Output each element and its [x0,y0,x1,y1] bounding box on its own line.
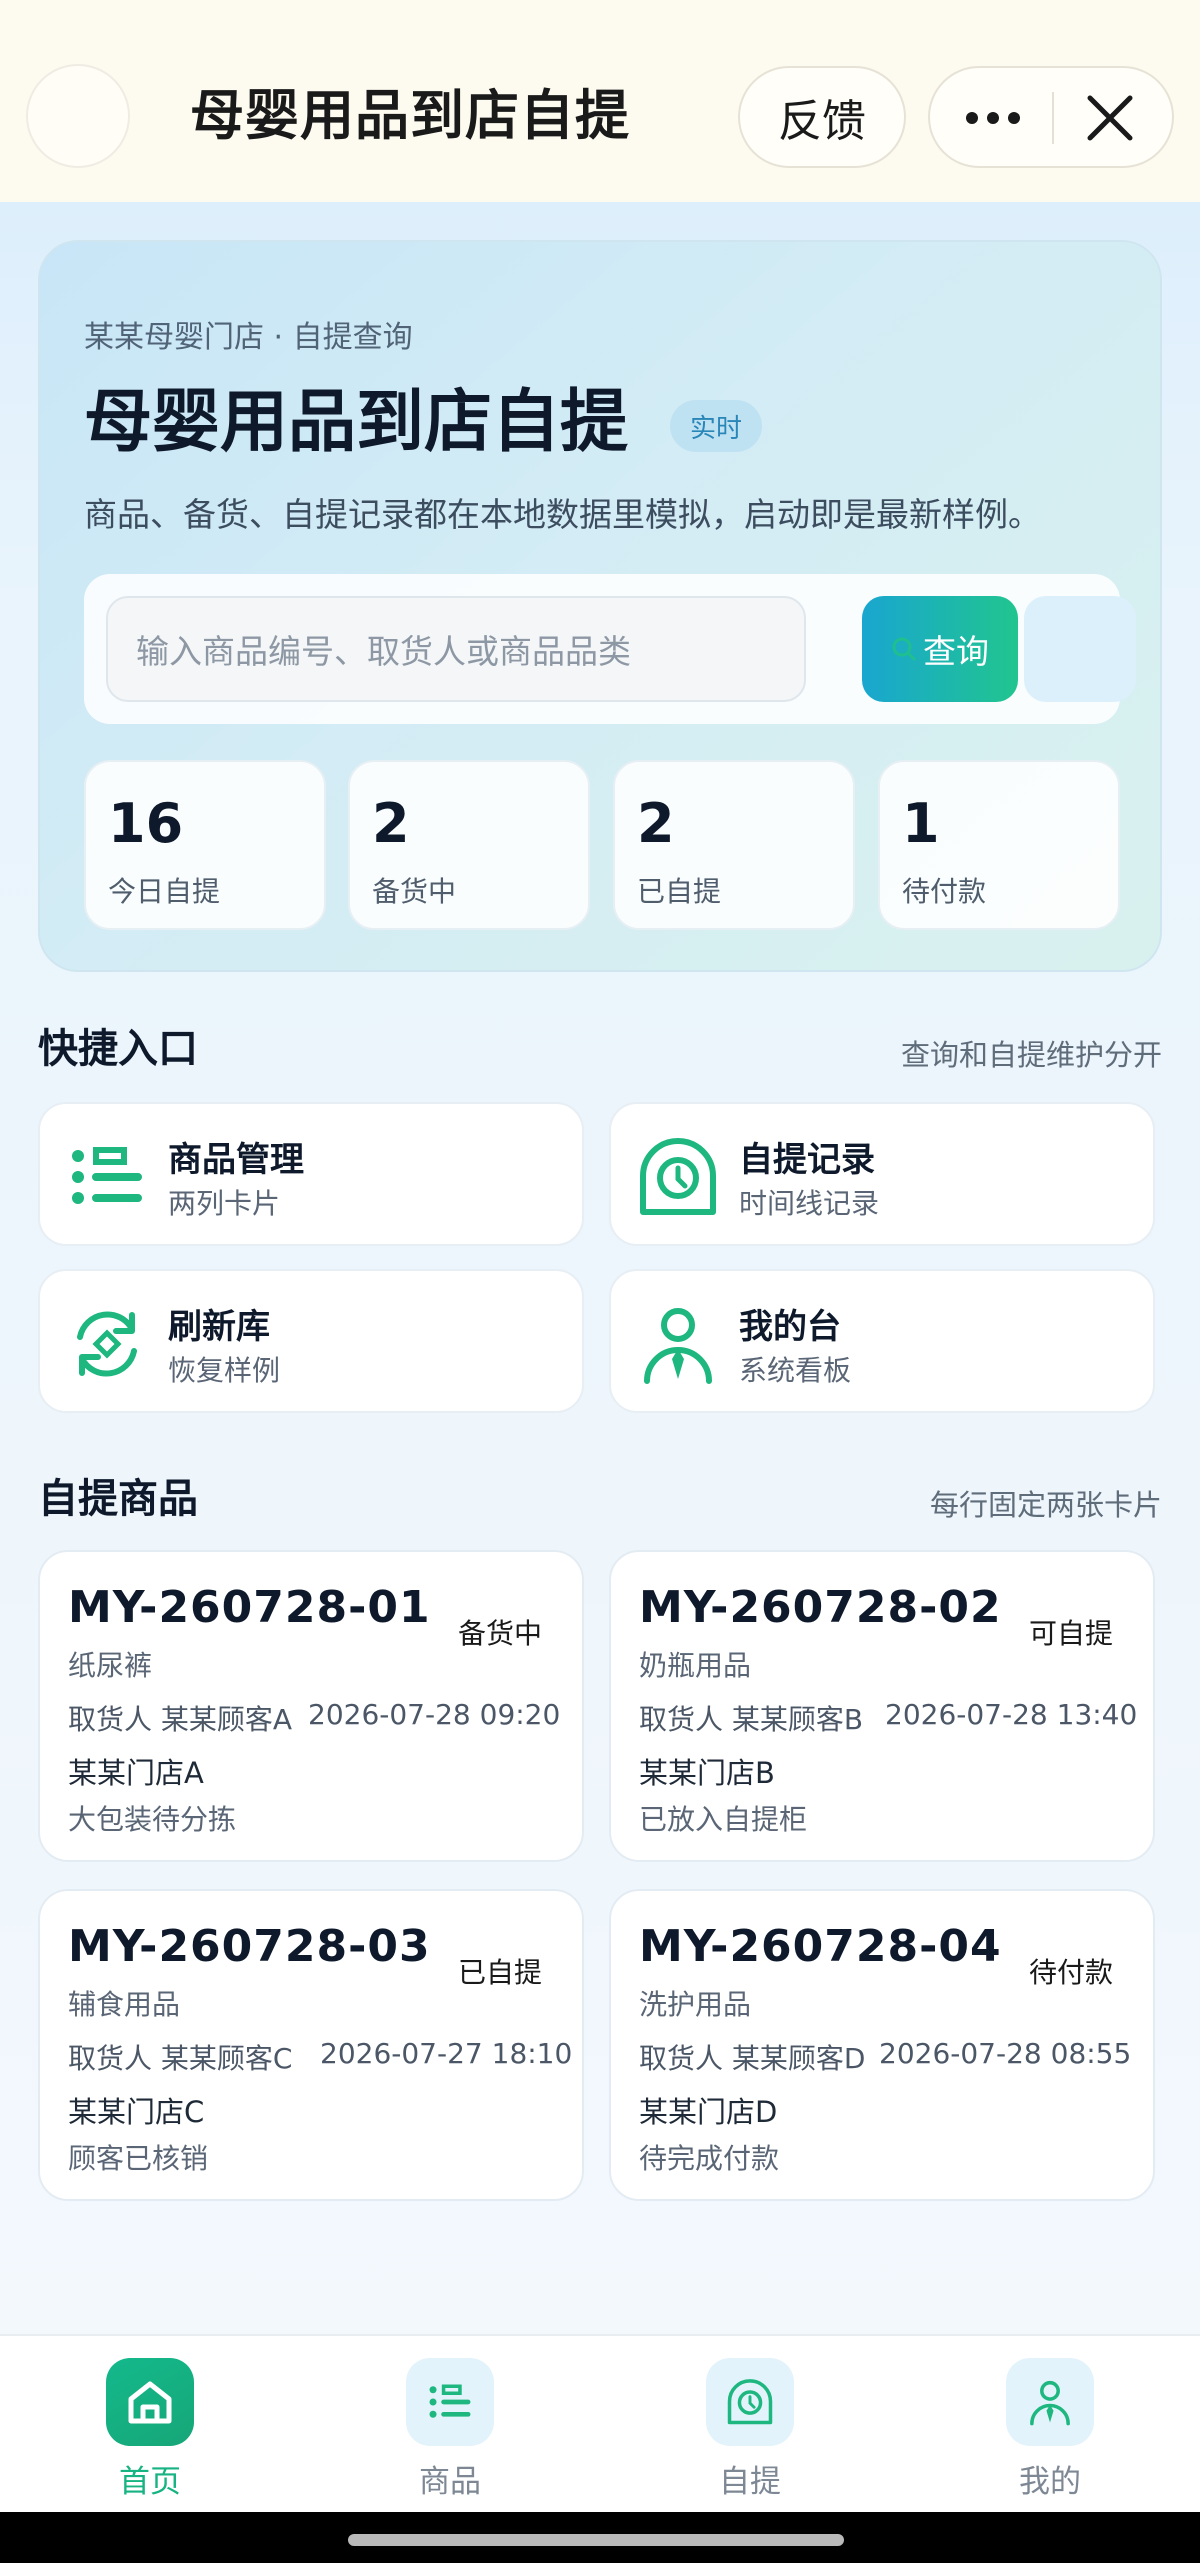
pickup-person: 取货人 某某顾客D [639,2042,866,2075]
search-button-label: 查询 [923,632,989,671]
stat-value: 1 [902,792,940,855]
feedback-button[interactable]: 反馈 [738,66,906,168]
quick-entry-product-management[interactable]: 商品管理 两列卡片 [38,1102,584,1246]
tab-label: 我的 [1019,2464,1081,2500]
search-input[interactable]: 输入商品编号、取货人或商品品类 [106,596,806,702]
status-badge: 待付款 [1028,1956,1113,1989]
status-badge: 可自提 [1028,1617,1113,1650]
refresh-icon [77,1311,137,1377]
search-icon [892,637,916,661]
mini-program-capsule [928,66,1174,168]
store-name: 某某门店D [639,2095,778,2129]
system-navigation-bar [0,2512,1200,2563]
store-name: 某某门店C [68,2095,205,2129]
stat-label: 今日自提 [108,875,221,908]
product-note: 顾客已核销 [68,2142,209,2175]
tab-pickup[interactable]: 自提 [660,2358,840,2508]
quick-entry-label: 商品管理 [168,1140,304,1180]
page-title: 母婴用品到店自提 [84,383,629,462]
pickup-person: 取货人 某某顾客C [68,2042,293,2075]
pickup-time: 2026-07-28 09:20 [308,1698,561,1731]
product-id: MY-260728-01 [68,1582,431,1633]
user-icon [644,1308,712,1384]
tab-mine[interactable]: 我的 [960,2358,1140,2508]
product-category: 纸尿裤 [68,1649,153,1682]
stat-pending-payment: 1 待付款 [878,760,1120,930]
bottom-tabbar: 首页 商品 自提 我的 [0,2334,1200,2512]
clock-icon [727,2379,773,2425]
status-badge: 已自提 [457,1956,542,1989]
tab-label: 商品 [419,2464,481,2500]
product-category: 洗护用品 [639,1988,752,2021]
store-name: 某某门店B [639,1756,775,1790]
product-id: MY-260728-03 [68,1921,431,1972]
list-icon [429,2384,471,2418]
home-icon [128,2381,172,2424]
stat-picked-up: 2 已自提 [613,760,855,930]
clock-icon [640,1138,716,1215]
product-category: 奶瓶用品 [639,1649,752,1682]
quick-entry-pickup-records[interactable]: 自提记录 时间线记录 [609,1102,1155,1246]
tab-home[interactable]: 首页 [60,2358,240,2508]
stat-label: 已自提 [637,875,722,908]
quick-entry-title: 快捷入口 [38,1026,198,1072]
scan-button[interactable] [1024,596,1136,702]
tab-label: 首页 [119,2464,181,2500]
product-note: 已放入自提柜 [639,1803,808,1836]
hero-description: 商品、备货、自提记录都在本地数据里模拟，启动即是最新样例。 [84,495,1041,534]
store-breadcrumb: 某某母婴门店 · 自提查询 [84,320,413,355]
app-avatar [26,64,130,168]
search-button[interactable]: 查询 [862,596,1018,702]
stat-value: 2 [637,792,675,855]
tab-label: 自提 [719,2464,781,2500]
quick-entry-label: 刷新库 [168,1307,270,1347]
stat-preparing: 2 备货中 [348,760,590,930]
pickup-person: 取货人 某某顾客B [639,1703,864,1736]
product-card[interactable]: MY-260728-01 备货中 纸尿裤 取货人 某某顾客A 2026-07-2… [38,1550,584,1862]
pickup-time: 2026-07-27 18:10 [320,2037,573,2070]
more-icon[interactable] [958,92,1028,144]
home-indicator[interactable] [348,2534,844,2546]
pickup-time: 2026-07-28 13:40 [885,1698,1138,1731]
realtime-badge: 实时 [670,400,762,452]
product-category: 辅食用品 [68,1988,181,2021]
status-badge: 备货中 [457,1617,542,1650]
top-navbar: 母婴用品到店自提 反馈 [0,0,1200,202]
quick-entry-sublabel: 时间线记录 [739,1187,880,1220]
products-title: 自提商品 [38,1476,198,1522]
pickup-time: 2026-07-28 08:55 [879,2037,1132,2070]
quick-entry-label: 我的台 [739,1307,841,1347]
close-icon[interactable] [1080,88,1140,148]
quick-entry-refresh-library[interactable]: 刷新库 恢复样例 [38,1269,584,1413]
quick-entry-sublabel: 系统看板 [739,1354,852,1387]
stat-label: 备货中 [372,875,457,908]
store-name: 某某门店A [68,1756,204,1790]
products-note: 每行固定两张卡片 [929,1488,1162,1522]
navbar-title: 母婴用品到店自提 [190,84,630,147]
pickup-person: 取货人 某某顾客A [68,1703,293,1736]
product-card[interactable]: MY-260728-02 可自提 奶瓶用品 取货人 某某顾客B 2026-07-… [609,1550,1155,1862]
stat-value: 2 [372,792,410,855]
product-id: MY-260728-04 [639,1921,1002,1972]
tab-products[interactable]: 商品 [360,2358,540,2508]
quick-entry-sublabel: 两列卡片 [168,1187,281,1220]
quick-entry-my-dashboard[interactable]: 我的台 系统看板 [609,1269,1155,1413]
quick-entry-note: 查询和自提维护分开 [900,1038,1162,1072]
stat-value: 16 [108,792,184,855]
stat-label: 待付款 [902,875,987,908]
product-card[interactable]: MY-260728-04 待付款 洗护用品 取货人 某某顾客D 2026-07-… [609,1889,1155,2201]
capsule-divider [1052,92,1054,144]
stat-today-pickup: 16 今日自提 [84,760,326,930]
search-panel: 输入商品编号、取货人或商品品类 查询 [84,574,1136,724]
quick-entry-sublabel: 恢复样例 [168,1354,281,1387]
product-id: MY-260728-02 [639,1582,1002,1633]
hero-card: 某某母婴门店 · 自提查询 母婴用品到店自提 实时 商品、备货、自提记录都在本地… [38,240,1162,972]
user-icon [1030,2380,1070,2426]
list-icon [72,1147,142,1204]
product-note: 大包装待分拣 [68,1803,237,1836]
product-card[interactable]: MY-260728-03 已自提 辅食用品 取货人 某某顾客C 2026-07-… [38,1889,584,2201]
product-note: 待完成付款 [639,2142,780,2175]
quick-entry-label: 自提记录 [739,1140,875,1180]
